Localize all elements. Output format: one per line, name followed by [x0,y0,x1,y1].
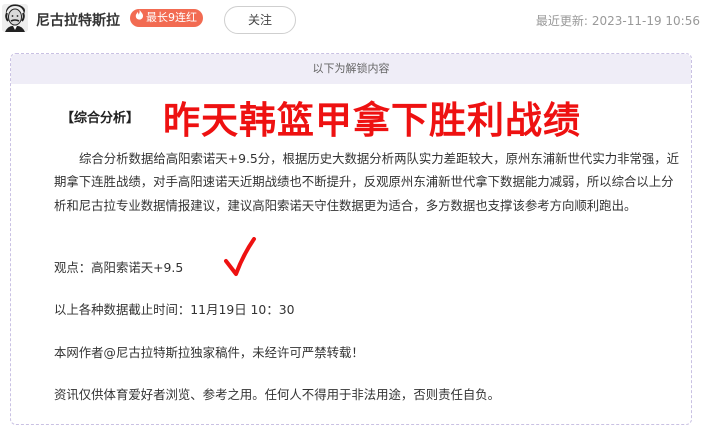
last-updated-label: 最近更新: [535,14,588,28]
streak-badge-label: 最长9连红 [146,11,197,24]
last-updated: 最近更新: 2023-11-19 10:56 [536,12,700,29]
unlock-banner: 以下为解锁内容 [11,54,691,84]
follow-button[interactable]: 关注 [224,6,296,34]
portrait-avatar-icon [2,4,28,32]
analysis-paragraph: 综合分析数据给高阳索诺天+9.5分，根据历史大数据分析两队实力差距较大，原州东浦… [54,151,680,213]
viewpoint: 观点：高阳索诺天+9.5 [54,260,184,275]
streak-badge: 最长9连红 [130,9,203,27]
last-updated-time: 2023-11-19 10:56 [591,14,700,28]
unlocked-content-box: 以下为解锁内容 【综合分析】 昨天韩篮甲拿下胜利战绩 综合分析数据给高阳索诺天+… [10,53,692,425]
author-name[interactable]: 尼古拉特斯拉 [36,10,120,30]
post-header: 尼古拉特斯拉 最长9连红 关注 最近更新: 2023-11-19 10:56 [0,0,711,40]
copyright-notice: 本网作者@尼古拉特斯拉独家稿件，未经许可严禁转载！ [54,345,364,360]
flame-icon [135,9,144,27]
data-cutoff-time: 以上各种数据截止时间：11月19日 10：30 [54,302,295,317]
headline: 昨天韩篮甲拿下胜利战绩 [163,99,581,142]
section-title: 【综合分析】 [61,111,140,126]
disclaimer: 资讯仅供体育爱好者浏览、参考之用。任何人不得用于非法用途，否则责任自负。 [54,387,501,402]
red-check-icon [224,237,256,276]
author-avatar[interactable] [2,4,28,32]
